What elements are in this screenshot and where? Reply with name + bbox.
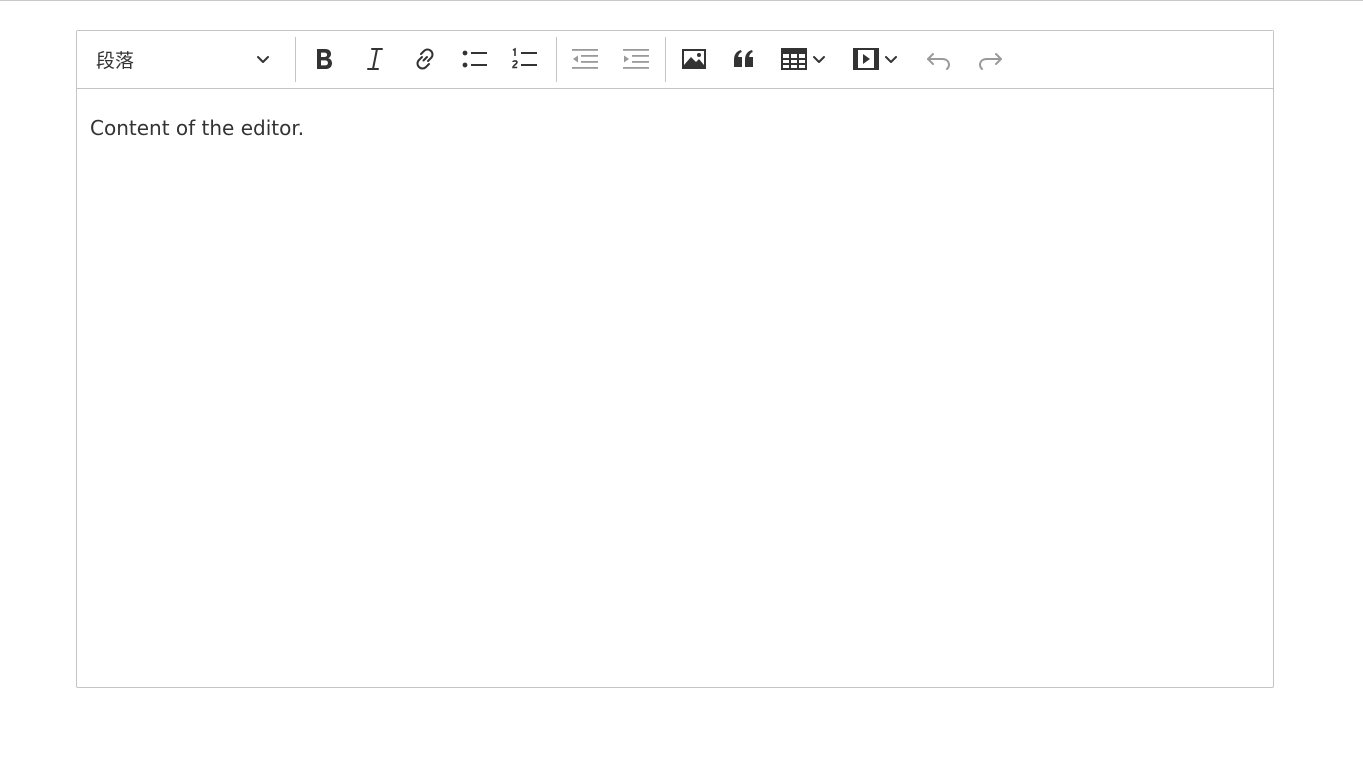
- heading-dropdown-label: 段落: [96, 49, 135, 72]
- outdent-button[interactable]: [564, 39, 606, 79]
- table-icon: [780, 46, 808, 72]
- bulleted-list-icon: [461, 46, 489, 72]
- editor-content-area[interactable]: Content of the editor.: [77, 89, 1273, 687]
- content-paragraph[interactable]: Content of the editor.: [90, 113, 1260, 143]
- indent-button[interactable]: [615, 39, 657, 79]
- chevron-down-icon: [884, 52, 898, 66]
- image-icon: [680, 46, 708, 72]
- chevron-down-icon: [812, 52, 826, 66]
- blockquote-button[interactable]: [723, 39, 765, 79]
- rich-text-editor: 段落 Content of the editor.: [76, 30, 1274, 688]
- link-button[interactable]: [404, 39, 446, 79]
- top-divider: [0, 0, 1363, 1]
- heading-dropdown[interactable]: 段落: [85, 39, 283, 79]
- toolbar-separator: [295, 37, 296, 82]
- undo-button[interactable]: [918, 39, 960, 79]
- insert-image-button[interactable]: [673, 39, 715, 79]
- bulleted-list-button[interactable]: [454, 39, 496, 79]
- redo-button[interactable]: [969, 39, 1011, 79]
- numbered-list-button[interactable]: [504, 39, 546, 79]
- toolbar-separator: [556, 37, 557, 82]
- toolbar-separator: [665, 37, 666, 82]
- blockquote-icon: [731, 46, 757, 72]
- italic-button[interactable]: [354, 39, 396, 79]
- indent-icon: [622, 46, 650, 72]
- editor-toolbar: 段落: [77, 31, 1273, 89]
- redo-icon: [976, 46, 1004, 72]
- insert-media-dropdown[interactable]: [847, 39, 909, 79]
- numbered-list-icon: [511, 46, 539, 72]
- bold-icon: [311, 46, 337, 72]
- link-icon: [412, 46, 438, 72]
- bold-button[interactable]: [303, 39, 345, 79]
- insert-table-dropdown[interactable]: [775, 39, 837, 79]
- outdent-icon: [571, 46, 599, 72]
- media-icon: [852, 46, 880, 72]
- undo-icon: [925, 46, 953, 72]
- chevron-down-icon: [255, 51, 271, 67]
- italic-icon: [362, 46, 388, 72]
